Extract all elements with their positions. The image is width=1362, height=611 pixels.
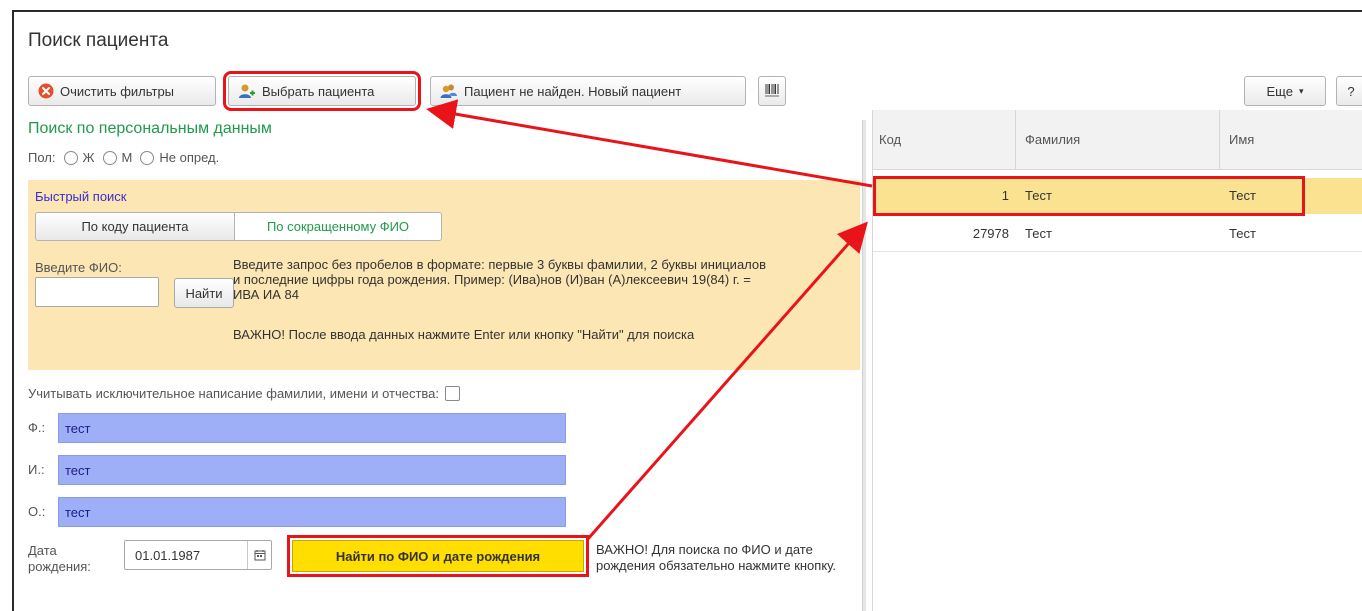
name-field[interactable]: тест xyxy=(58,455,566,485)
dob-input[interactable]: 01.01.1987 xyxy=(124,540,272,570)
select-patient-label: Выбрать пациента xyxy=(262,83,375,99)
select-patient-button[interactable]: Выбрать пациента xyxy=(223,71,421,111)
column-header-name[interactable]: Имя xyxy=(1229,132,1254,147)
fio-input[interactable] xyxy=(35,277,159,307)
column-header-code[interactable]: Код xyxy=(879,132,901,147)
column-header-surname[interactable]: Фамилия xyxy=(1025,132,1080,147)
table-row[interactable]: 27978 Тест Тест xyxy=(873,216,1362,252)
splitter[interactable] xyxy=(862,120,866,611)
calendar-icon[interactable] xyxy=(247,541,271,569)
quick-search-hint: Введите запрос без пробелов в формате: п… xyxy=(233,257,767,302)
barcode-button[interactable] xyxy=(758,76,786,106)
new-patient-button[interactable]: Пациент не найден. Новый пациент xyxy=(430,76,746,106)
gender-radio-male[interactable] xyxy=(102,150,117,165)
gender-label: Пол: xyxy=(28,150,56,165)
patronymic-label: О.: xyxy=(28,504,46,519)
row-divider xyxy=(873,251,1362,252)
gender-radio-female[interactable] xyxy=(63,150,78,165)
column-divider xyxy=(1015,110,1016,170)
tab-by-code[interactable]: По коду пациента xyxy=(35,212,235,241)
exact-spelling-row: Учитывать исключительное написание фамил… xyxy=(28,386,461,401)
cell-name: Тест xyxy=(1229,188,1256,203)
surname-field[interactable]: тест xyxy=(58,413,566,443)
column-divider xyxy=(1219,110,1220,170)
gender-option-undefined: Не опред. xyxy=(159,150,220,165)
cell-surname: Тест xyxy=(1025,226,1052,241)
user-select-icon xyxy=(238,83,256,99)
gender-radio-undefined[interactable] xyxy=(140,150,155,165)
users-icon xyxy=(440,83,458,99)
dob-label: Дата рождения: xyxy=(28,543,91,574)
surname-label: Ф.: xyxy=(28,420,46,435)
page-title: Поиск пациента xyxy=(28,30,169,51)
new-patient-label: Пациент не найден. Новый пациент xyxy=(464,83,682,99)
cell-surname: Тест xyxy=(1025,188,1052,203)
clear-filters-label: Очистить фильтры xyxy=(60,83,175,99)
find-button[interactable]: Найти xyxy=(174,278,234,308)
barcode-icon xyxy=(764,82,780,101)
gender-row: Пол: Ж М Не опред. xyxy=(28,150,219,165)
tab-by-short-fio[interactable]: По сокращенному ФИО xyxy=(234,212,442,241)
exact-spelling-label: Учитывать исключительное написание фамил… xyxy=(28,386,440,401)
search-section-title: Поиск по персональным данным xyxy=(28,120,272,137)
gender-option-male: М xyxy=(121,150,133,165)
table-row[interactable]: 1 Тест Тест xyxy=(873,178,1362,214)
results-table: Код Фамилия Имя 1 Тест Тест 27978 Тест Т… xyxy=(872,110,1362,611)
clear-icon xyxy=(38,83,54,99)
chevron-down-icon: ▾ xyxy=(1298,85,1304,96)
dob-hint: ВАЖНО! Для поиска по ФИО и дате рождения… xyxy=(596,542,836,573)
table-header: Код Фамилия Имя xyxy=(873,110,1362,170)
help-label: ? xyxy=(1347,83,1355,99)
cell-name: Тест xyxy=(1229,226,1256,241)
patronymic-field[interactable]: тест xyxy=(58,497,566,527)
name-label: И.: xyxy=(28,462,45,477)
cell-code: 1 xyxy=(1001,188,1009,203)
fio-label: Введите ФИО: xyxy=(35,260,122,275)
quick-search-important-hint: ВАЖНО! После ввода данных нажмите Enter … xyxy=(233,327,695,342)
quick-search-panel: Быстрый поиск По коду пациента По сокращ… xyxy=(28,180,860,370)
more-label: Еще xyxy=(1266,83,1293,99)
dob-value: 01.01.1987 xyxy=(135,547,201,563)
help-button[interactable]: ? xyxy=(1336,76,1362,106)
gender-option-female: Ж xyxy=(82,150,95,165)
exact-spelling-checkbox[interactable] xyxy=(445,386,461,401)
quick-search-title: Быстрый поиск xyxy=(35,189,127,204)
clear-filters-button[interactable]: Очистить фильтры xyxy=(28,76,216,106)
cell-code: 27978 xyxy=(972,226,1009,241)
more-button[interactable]: Еще ▾ xyxy=(1244,76,1326,106)
find-by-fio-dob-button[interactable]: Найти по ФИО и дате рождения xyxy=(287,535,589,577)
